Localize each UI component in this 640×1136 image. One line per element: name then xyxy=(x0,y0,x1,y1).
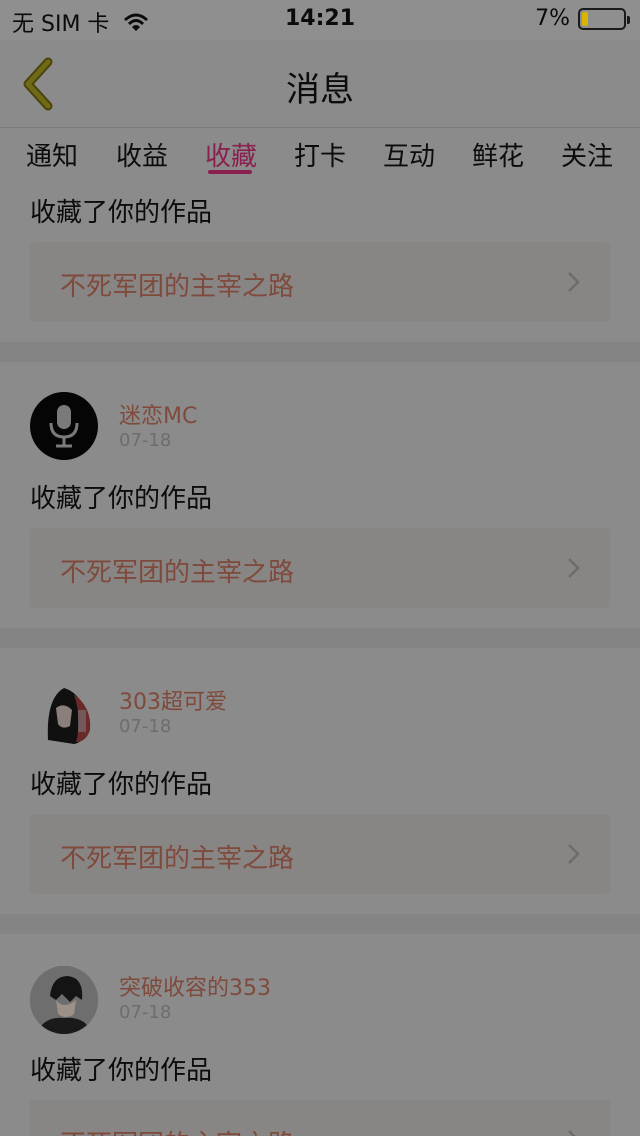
action-text: 收藏了你的作品 xyxy=(30,484,213,514)
avatar[interactable] xyxy=(30,680,98,748)
work-link[interactable]: 不死军团的主宰之路 xyxy=(30,1100,610,1136)
work-title: 不死军团的主宰之路 xyxy=(60,844,295,874)
tab-checkin[interactable]: 打卡 xyxy=(294,136,346,173)
chevron-right-icon xyxy=(568,1130,576,1136)
message-item: 303超可爱 07-18 收藏了你的作品 不死军团的主宰之路 xyxy=(0,648,640,914)
avatar[interactable] xyxy=(30,392,98,460)
work-title: 不死军团的主宰之路 xyxy=(60,272,295,302)
tab-bar: 通知 收益 收藏 打卡 互动 鲜花 关注 xyxy=(0,128,640,180)
tab-flowers[interactable]: 鲜花 xyxy=(472,136,524,173)
tab-earnings[interactable]: 收益 xyxy=(116,136,168,173)
message-list: 收藏了你的作品 不死军团的主宰之路 迷恋MC 07-18 收藏了你的作品 不死军… xyxy=(0,180,640,1136)
tab-notice[interactable]: 通知 xyxy=(26,136,78,173)
message-item: 迷恋MC 07-18 收藏了你的作品 不死军团的主宰之路 xyxy=(0,362,640,628)
tab-follow[interactable]: 关注 xyxy=(561,136,613,173)
work-link[interactable]: 不死军团的主宰之路 xyxy=(30,528,610,608)
action-text: 收藏了你的作品 xyxy=(30,198,213,228)
tab-favorites[interactable]: 收藏 xyxy=(205,136,257,173)
username[interactable]: 303超可爱 xyxy=(119,684,227,716)
status-bar: 无 SIM 卡 14:21 7% xyxy=(0,0,640,40)
active-tab-indicator xyxy=(208,170,252,174)
work-title: 不死军团的主宰之路 xyxy=(60,558,295,588)
divider xyxy=(0,914,640,934)
action-text: 收藏了你的作品 xyxy=(30,1056,213,1086)
divider xyxy=(0,628,640,648)
date: 07-18 xyxy=(119,716,172,737)
username[interactable]: 突破收容的353 xyxy=(119,970,271,1002)
anime-boy-avatar-icon xyxy=(30,966,98,1034)
username[interactable]: 迷恋MC xyxy=(119,398,197,430)
chevron-right-icon xyxy=(568,844,580,864)
work-link[interactable]: 不死军团的主宰之路 xyxy=(30,242,610,322)
divider xyxy=(0,342,640,362)
status-right: 7% xyxy=(535,6,630,31)
chevron-right-icon xyxy=(568,272,580,292)
microphone-icon xyxy=(49,405,79,448)
nav-bar: 消息 xyxy=(0,40,640,128)
message-item: 收藏了你的作品 不死军团的主宰之路 xyxy=(0,180,640,342)
date: 07-18 xyxy=(119,430,172,451)
action-text: 收藏了你的作品 xyxy=(30,770,213,800)
page-title: 消息 xyxy=(286,70,354,110)
chevron-right-icon xyxy=(568,558,580,578)
tab-interaction[interactable]: 互动 xyxy=(383,136,435,173)
work-link[interactable]: 不死军团的主宰之路 xyxy=(30,814,610,894)
avatar[interactable] xyxy=(30,966,98,1034)
work-title: 不死军团的主宰之路 xyxy=(60,1124,294,1136)
message-item: 突破收容的353 07-18 收藏了你的作品 不死军团的主宰之路 xyxy=(0,934,640,1136)
date: 07-18 xyxy=(119,1002,172,1023)
battery-percent: 7% xyxy=(535,6,570,31)
anime-hood-avatar-icon xyxy=(47,688,91,744)
battery-icon xyxy=(578,7,630,30)
